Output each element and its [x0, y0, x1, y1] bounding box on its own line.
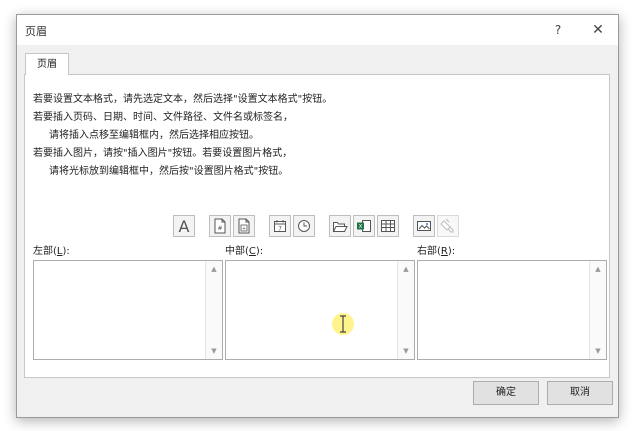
insert-page-number-button[interactable]: #: [209, 215, 231, 237]
svg-text:+: +: [242, 226, 246, 232]
center-section-editor[interactable]: ▲ ▼: [225, 260, 415, 360]
left-section-scrollbar[interactable]: ▲ ▼: [205, 261, 222, 359]
close-button[interactable]: ✕: [583, 17, 613, 43]
format-picture-button[interactable]: [437, 215, 459, 237]
insert-picture-button[interactable]: [413, 215, 435, 237]
svg-text:X: X: [359, 224, 363, 230]
svg-text:#: #: [217, 225, 222, 232]
left-section-label: 左部(L):: [33, 246, 70, 257]
instruction-line: 若要设置文本格式，请先选定文本，然后选择"设置文本格式"按钮。: [33, 94, 333, 105]
scroll-up-icon[interactable]: ▲: [590, 262, 606, 276]
scroll-down-icon[interactable]: ▼: [206, 344, 222, 358]
text-cursor-icon: [340, 315, 346, 333]
scroll-up-icon[interactable]: ▲: [398, 262, 414, 276]
title-bar: 页眉 ? ✕: [17, 15, 618, 45]
right-section-label: 右部(R):: [417, 246, 456, 257]
right-section-editor[interactable]: ▲ ▼: [417, 260, 607, 360]
insert-time-button[interactable]: [293, 215, 315, 237]
insert-page-count-button[interactable]: +: [233, 215, 255, 237]
instruction-line: 若要插入图片，请按"插入图片"按钮。若要设置图片格式，: [33, 148, 293, 159]
scroll-up-icon[interactable]: ▲: [206, 262, 222, 276]
insert-file-path-button[interactable]: [329, 215, 351, 237]
cancel-button[interactable]: 取消: [547, 381, 613, 405]
insert-sheet-name-button[interactable]: [377, 215, 399, 237]
file-name-icon: X: [357, 220, 371, 232]
format-text-button[interactable]: A: [173, 215, 195, 237]
instruction-line: 请将插入点移至编辑框内，然后选择相应按钮。: [49, 130, 259, 141]
scroll-down-icon[interactable]: ▼: [398, 344, 414, 358]
center-section-label: 中部(C):: [225, 246, 264, 257]
instruction-line: 请将光标放到编辑框中，然后按"设置图片格式"按钮。: [49, 166, 289, 177]
center-section-scrollbar[interactable]: ▲ ▼: [397, 261, 414, 359]
time-icon: [298, 220, 310, 232]
number-of-pages-icon: +: [238, 218, 250, 234]
svg-text:7: 7: [278, 226, 282, 233]
left-section-editor[interactable]: ▲ ▼: [33, 260, 223, 360]
page-number-icon: #: [214, 218, 226, 234]
ok-button[interactable]: 确定: [473, 381, 539, 405]
insert-picture-icon: [417, 221, 431, 231]
scroll-down-icon[interactable]: ▼: [590, 344, 606, 358]
page-setup-header-dialog: 页眉 ? ✕ 页眉 若要设置文本格式，请先选定文本，然后选择"设置文本格式"按钮…: [16, 14, 619, 418]
instruction-line: 若要插入页码、日期、时间、文件路径、文件名或标签名，: [33, 112, 293, 123]
format-text-icon: A: [178, 216, 190, 236]
dialog-title: 页眉: [25, 25, 47, 38]
header-panel: 若要设置文本格式，请先选定文本，然后选择"设置文本格式"按钮。 若要插入页码、日…: [24, 74, 610, 378]
insert-date-button[interactable]: 7: [269, 215, 291, 237]
insert-file-name-button[interactable]: X: [353, 215, 375, 237]
format-picture-icon: [440, 218, 454, 233]
date-icon: 7: [274, 220, 286, 233]
file-path-icon: [332, 222, 348, 232]
right-section-scrollbar[interactable]: ▲ ▼: [589, 261, 606, 359]
help-button[interactable]: ?: [543, 17, 573, 43]
tab-header[interactable]: 页眉: [25, 53, 69, 75]
sheet-name-icon: [381, 220, 395, 232]
